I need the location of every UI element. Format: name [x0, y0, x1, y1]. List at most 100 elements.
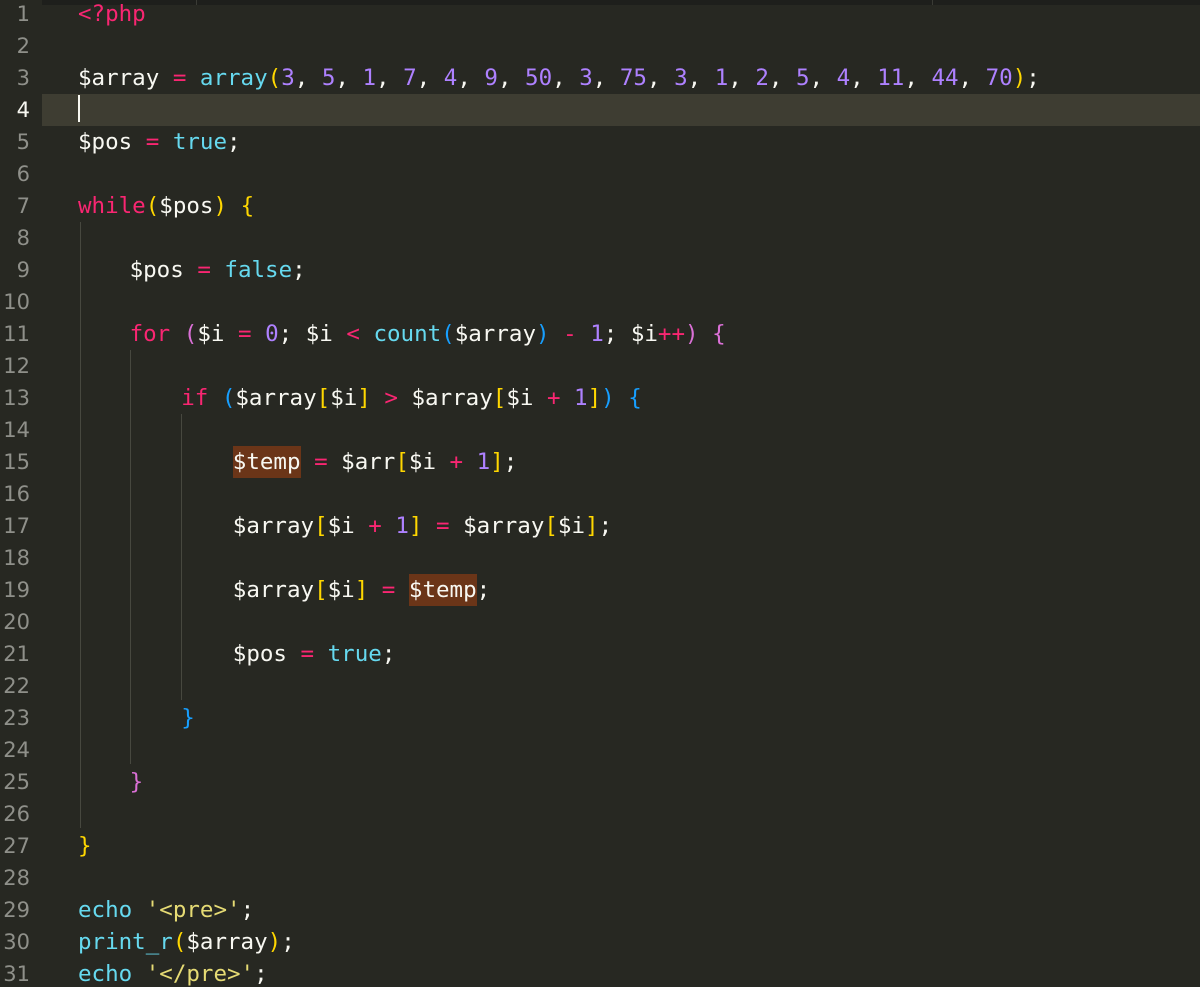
code-token: ]: [585, 513, 599, 539]
code-line[interactable]: 28: [0, 862, 1200, 894]
code-token: {: [628, 385, 642, 411]
code-line[interactable]: 20: [0, 606, 1200, 638]
code-line[interactable]: 11 for ($i = 0; $i < count($array) - 1; $…: [0, 318, 1200, 350]
code-line[interactable]: 17 $array[$i + 1] = $array[$i];: [0, 510, 1200, 542]
code-token: $i: [327, 513, 355, 539]
code-token: 75: [619, 65, 647, 91]
code-token: ,: [646, 65, 675, 91]
code-token: =: [159, 65, 200, 91]
code-line[interactable]: 5 $pos = true;: [0, 126, 1200, 158]
code-token: 1: [476, 449, 491, 475]
code-token: ;: [503, 449, 518, 475]
code-token: (: [183, 321, 198, 347]
code-line[interactable]: 9 $pos = false;: [0, 254, 1200, 286]
code-text: for ($i = 0; $i < count($array) - 1; $i+…: [130, 318, 726, 350]
code-token: false: [224, 257, 293, 283]
code-token: [: [395, 449, 409, 475]
code-text: echo '</pre>';: [78, 958, 268, 987]
code-line[interactable]: 26: [0, 798, 1200, 830]
code-token: $pos: [129, 257, 184, 283]
code-token: $array: [463, 513, 545, 539]
line-number: 11: [3, 322, 30, 346]
line-number: 19: [3, 578, 30, 602]
code-token: true: [327, 641, 382, 667]
code-token: ;: [1026, 65, 1040, 91]
code-token: echo: [78, 961, 133, 987]
code-line[interactable]: 18: [0, 542, 1200, 574]
code-line[interactable]: 25}: [0, 766, 1200, 798]
code-line[interactable]: 23}: [0, 702, 1200, 734]
code-line[interactable]: 8: [0, 222, 1200, 254]
code-token: ;: [598, 513, 613, 539]
code-line[interactable]: 12: [0, 350, 1200, 382]
code-line[interactable]: 14: [0, 414, 1200, 446]
code-line[interactable]: 21 $pos = true;: [0, 638, 1200, 670]
code-token: [: [314, 513, 328, 539]
code-token: ,: [497, 65, 526, 91]
code-token: =: [224, 321, 266, 347]
code-line[interactable]: 4: [0, 94, 1200, 126]
code-line[interactable]: 2: [0, 30, 1200, 62]
code-token: ;: [603, 321, 631, 347]
code-line[interactable]: 6: [0, 158, 1200, 190]
code-line[interactable]: 16: [0, 478, 1200, 510]
code-line[interactable]: 15 $temp = $arr[$i + 1];: [0, 446, 1200, 478]
code-token: <?php: [78, 1, 146, 27]
code-line[interactable]: 22: [0, 670, 1200, 702]
code-token: -: [549, 321, 591, 347]
code-line[interactable]: 24: [0, 734, 1200, 766]
code-token: ;: [254, 961, 268, 987]
code-token: ]: [357, 385, 371, 411]
code-line[interactable]: 30 print_r($array);: [0, 926, 1200, 958]
code-token: ;: [292, 257, 306, 283]
code-line[interactable]: 1 <?php: [0, 0, 1200, 30]
code-token: >: [370, 385, 412, 411]
code-line[interactable]: 27}: [0, 830, 1200, 862]
code-token: ): [536, 321, 550, 347]
code-editor[interactable]: 1 <?php 2 3 $array = array(3, 5, 1, 7, 4, 9,…: [0, 0, 1200, 987]
code-token: (: [145, 193, 160, 219]
code-token: 1: [574, 385, 588, 411]
code-token: $array: [186, 929, 268, 955]
code-token: (: [441, 321, 455, 347]
code-text: if ($array[$i] > $array[$i + 1]) {: [181, 382, 642, 414]
code-line[interactable]: 29 echo '<pre>';: [0, 894, 1200, 926]
code-token: 3: [281, 65, 295, 91]
line-number: 23: [3, 706, 30, 730]
code-token: ,: [958, 65, 986, 91]
code-token: [: [314, 577, 328, 603]
code-text: $array[$i] = $temp;: [233, 574, 490, 606]
code-token: [: [492, 385, 507, 411]
line-number: 3: [16, 66, 30, 90]
code-token: $arr: [341, 449, 396, 475]
code-token: $array: [232, 513, 315, 539]
code-token: ;: [240, 897, 255, 923]
code-token: ,: [552, 65, 580, 91]
code-token: =: [368, 577, 409, 603]
code-token: '</pre>': [145, 961, 255, 987]
code-line[interactable]: 19 $array[$i] = $temp;: [0, 574, 1200, 606]
code-text: echo '<pre>';: [78, 894, 254, 926]
code-line[interactable]: 31 echo '</pre>';: [0, 958, 1200, 987]
line-number: 22: [3, 674, 30, 698]
code-line[interactable]: 3 $array = array(3, 5, 1, 7, 4, 9, 50, 3,…: [0, 62, 1200, 94]
code-line[interactable]: 13 if ($array[$i] > $array[$i + 1]) {: [0, 382, 1200, 414]
code-token: +: [533, 385, 575, 411]
code-token: count: [373, 321, 442, 347]
code-token: $pos: [232, 641, 287, 667]
code-token: $pos: [159, 193, 214, 219]
code-line[interactable]: 10: [0, 286, 1200, 318]
code-token: $i: [305, 321, 333, 347]
code-token: (: [267, 65, 282, 91]
line-number: 27: [3, 834, 30, 858]
code-token: ,: [850, 65, 878, 91]
code-token: =: [183, 257, 225, 283]
code-token: 1: [714, 65, 729, 91]
code-text: }: [181, 702, 195, 734]
code-token: ,: [335, 65, 363, 91]
code-line[interactable]: 7 while($pos) {: [0, 190, 1200, 222]
code-token: true: [172, 129, 228, 155]
